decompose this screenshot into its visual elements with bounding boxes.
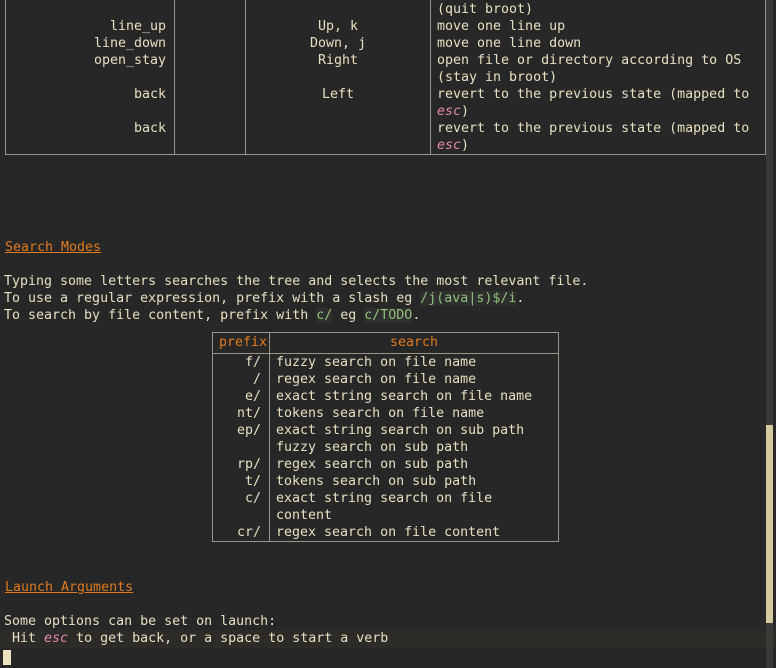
verb-key: alt-Enter	[245, 0, 431, 18]
table-row: open_stay Right open file or directory a…	[5, 52, 766, 86]
verb-description-line2: (quit broot)	[437, 2, 534, 17]
search-prefix: cr/	[212, 524, 270, 542]
table-row: back revert to the previous state (mappe…	[5, 120, 766, 155]
search-prefix: nt/	[212, 405, 270, 422]
verb-key: Left	[245, 86, 431, 120]
verb-shortcut	[174, 35, 246, 52]
verb-description: revert to the previous state (mapped to e…	[430, 120, 766, 155]
table-row: back Left revert to the previous state (…	[5, 86, 766, 120]
table-row: e/ exact string search on file name	[212, 388, 559, 405]
search-prefix: c/	[212, 490, 270, 524]
search-description: regex search on file content	[269, 524, 559, 542]
search-description: regex search on sub path	[269, 456, 559, 473]
table-row: cr/ regex search on file content	[212, 524, 559, 542]
verb-name: back	[5, 120, 175, 155]
text-cursor	[3, 650, 11, 665]
search-modes-intro-line-3: To search by file content, prefix with c…	[4, 307, 420, 324]
terminal-screen: chmod chmod {args} {file} cd alt-Enter c…	[0, 0, 776, 668]
launch-arguments-intro: Some options can be set on launch:	[4, 614, 277, 629]
column-header-prefix: prefix	[212, 332, 270, 354]
verb-description: move one line up	[430, 18, 766, 35]
table-row: line_up Up, k move one line up	[5, 18, 766, 35]
status-prefix: Hit	[4, 631, 45, 646]
search-prefix: f/	[212, 353, 270, 371]
search-prefix: ep/	[212, 422, 270, 439]
search-description: exact string search on file content	[269, 490, 559, 524]
table-row: ep/ exact string search on sub path	[212, 422, 559, 439]
verb-key: Right	[245, 52, 431, 86]
verb-description-line2: (stay in broot)	[437, 70, 558, 85]
verb-name: back	[5, 86, 175, 120]
esc-key-label: esc	[437, 104, 462, 119]
content-example-code: c/TODO	[364, 308, 413, 323]
verb-description: open file or directory according to OS (s…	[430, 52, 766, 86]
verbs-table-container: chmod chmod {args} {file} cd alt-Enter c…	[5, 0, 766, 155]
intro-text: To search by file content, prefix with	[4, 308, 317, 323]
search-description: exact string search on file name	[269, 388, 559, 405]
search-prefix: e/	[212, 388, 270, 405]
section-heading-launch-arguments: Launch Arguments	[5, 580, 134, 595]
search-modes-table-container: prefix search f/ fuzzy search on file na…	[212, 332, 559, 542]
table-row: c/ exact string search on file content	[212, 490, 559, 524]
search-modes-intro-line-1: Typing some letters searches the tree an…	[4, 274, 589, 289]
search-description: fuzzy search on file name	[269, 353, 559, 371]
section-heading-search-modes: Search Modes	[5, 240, 102, 255]
table-row: nt/ tokens search on file name	[212, 405, 559, 422]
verb-key: Down, j	[245, 35, 431, 52]
status-suffix: to get back, or a space to start a verb	[68, 631, 389, 646]
search-description: tokens search on file name	[269, 405, 559, 422]
verb-shortcut	[174, 52, 246, 86]
search-prefix: t/	[212, 473, 270, 490]
verb-description-line1: open file or directory according to OS	[437, 53, 742, 68]
intro-text-mid: eg	[332, 308, 365, 323]
verb-description-suffix: )	[461, 104, 470, 119]
verb-shortcut	[174, 120, 246, 155]
table-row: / regex search on file name	[212, 371, 559, 388]
verb-shortcut: ol	[174, 0, 246, 18]
table-row: f/ fuzzy search on file name	[212, 353, 559, 371]
table-header-row: prefix search	[212, 332, 559, 354]
search-modes-intro-line-2: To use a regular expression, prefix with…	[4, 290, 524, 307]
regex-example-code: /j(ava|s)$/i	[420, 291, 517, 306]
verb-description-line1: revert to the previous state (mapped to	[437, 87, 750, 102]
verbs-table: chmod chmod {args} {file} cd alt-Enter c…	[5, 0, 766, 155]
verb-name: open_leave	[5, 0, 175, 18]
search-prefix	[212, 439, 270, 456]
esc-key-label: esc	[437, 138, 462, 153]
esc-key-label: esc	[44, 631, 69, 646]
search-prefix: /	[212, 371, 270, 388]
verb-description: open file or directory according to OS(q…	[430, 0, 766, 18]
verb-key: Up, k	[245, 18, 431, 35]
table-row: fuzzy search on sub path	[212, 439, 559, 456]
search-description: exact string search on sub path	[269, 422, 559, 439]
intro-text-end: .	[516, 291, 525, 306]
verb-description-line1: revert to the previous state (mapped to	[437, 121, 750, 136]
content-prefix-code: c/	[316, 308, 333, 323]
verb-name: line_up	[5, 18, 175, 35]
table-row: open_leave ol alt-Enter open file or dir…	[5, 0, 766, 18]
search-description: fuzzy search on sub path	[269, 439, 559, 456]
column-header-search: search	[269, 332, 559, 354]
verb-name: line_down	[5, 35, 175, 52]
verb-description: revert to the previous state (mapped to e…	[430, 86, 766, 120]
search-description: regex search on file name	[269, 371, 559, 388]
verb-shortcut	[174, 18, 246, 35]
intro-text: To use a regular expression, prefix with…	[4, 291, 421, 306]
scrollbar-thumb[interactable]	[766, 425, 773, 623]
search-description: tokens search on sub path	[269, 473, 559, 490]
verb-name: open_stay	[5, 52, 175, 86]
verb-key	[245, 120, 431, 155]
verb-description-suffix: )	[461, 138, 470, 153]
intro-text-end: .	[412, 308, 421, 323]
status-bar: Hit esc to get back, or a space to start…	[0, 630, 776, 648]
search-modes-table: prefix search f/ fuzzy search on file na…	[212, 332, 559, 542]
table-row: t/ tokens search on sub path	[212, 473, 559, 490]
verb-description: move one line down	[430, 35, 766, 52]
table-row: rp/ regex search on sub path	[212, 456, 559, 473]
verb-shortcut	[174, 86, 246, 120]
search-prefix: rp/	[212, 456, 270, 473]
table-row: line_down Down, j move one line down	[5, 35, 766, 52]
